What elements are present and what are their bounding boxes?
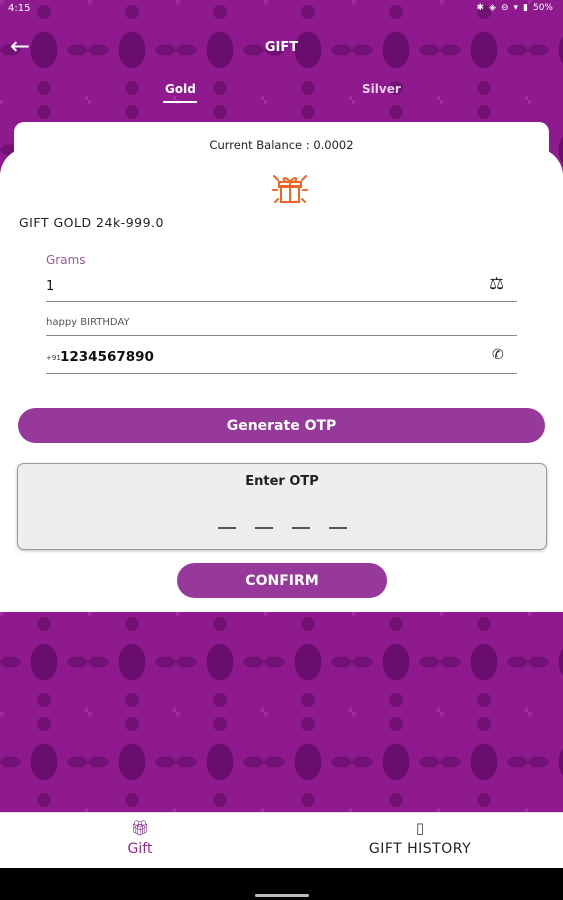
system-nav-bar xyxy=(0,868,563,900)
wifi-icon: ▾ xyxy=(513,3,519,13)
gift-icon xyxy=(272,175,308,203)
vibrate-icon: ◈ xyxy=(489,3,496,13)
bluetooth-icon: ✱ xyxy=(476,3,485,13)
home-handle[interactable] xyxy=(255,894,309,897)
status-icons: ✱ ◈ ⊖ ▾ ▮ 50% xyxy=(476,3,553,13)
phone-icon[interactable]: ✆ xyxy=(492,347,504,363)
otp-digit-input[interactable] xyxy=(255,527,273,529)
bottom-nav: 🎁︎ Gift ▯ GIFT HISTORY xyxy=(0,812,563,869)
dnd-icon: ⊖ xyxy=(500,3,509,13)
otp-title: Enter OTP xyxy=(245,474,319,489)
phone-underline xyxy=(46,373,517,374)
history-icon: ▯ xyxy=(415,819,425,837)
tab-silver[interactable]: Silver xyxy=(362,82,401,96)
nav-label: Gift xyxy=(127,841,153,857)
status-bar: 4:15 ✱ ◈ ⊖ ▾ ▮ 50% xyxy=(0,0,563,18)
battery-level: 50% xyxy=(532,3,553,13)
battery-icon: ▮ xyxy=(523,3,528,13)
otp-box: Enter OTP xyxy=(17,463,547,550)
tab-gold[interactable]: Gold xyxy=(165,82,196,96)
phone-input[interactable]: 1234567890 xyxy=(60,349,154,365)
grams-input[interactable]: 1 xyxy=(46,279,54,294)
status-time: 4:15 xyxy=(8,3,31,14)
confirm-button[interactable]: CONFIRM xyxy=(177,563,387,598)
message-input[interactable]: happy BIRTHDAY xyxy=(46,317,130,328)
footer-background xyxy=(0,612,563,812)
grams-underline xyxy=(46,301,517,302)
generate-otp-button[interactable]: Generate OTP xyxy=(18,408,545,443)
otp-digit-input[interactable] xyxy=(329,527,347,529)
otp-digit-input[interactable] xyxy=(292,527,310,529)
grams-label: Grams xyxy=(46,253,86,267)
message-underline xyxy=(46,335,517,336)
gift-heading: GIFT GOLD 24k-999.0 xyxy=(19,215,164,230)
nav-item-gift-history[interactable]: ▯ GIFT HISTORY xyxy=(340,813,500,869)
gift-icon: 🎁︎ xyxy=(130,819,150,837)
page-title: GIFT xyxy=(264,40,299,55)
nav-label: GIFT HISTORY xyxy=(368,841,472,857)
otp-digit-input[interactable] xyxy=(218,527,236,529)
current-balance: Current Balance : 0.0002 xyxy=(209,138,354,152)
scale-icon: ⚖ xyxy=(489,274,505,294)
nav-item-gift[interactable]: 🎁︎ Gift xyxy=(100,813,180,869)
country-code: +91 xyxy=(46,354,61,362)
tab-indicator xyxy=(163,101,197,103)
